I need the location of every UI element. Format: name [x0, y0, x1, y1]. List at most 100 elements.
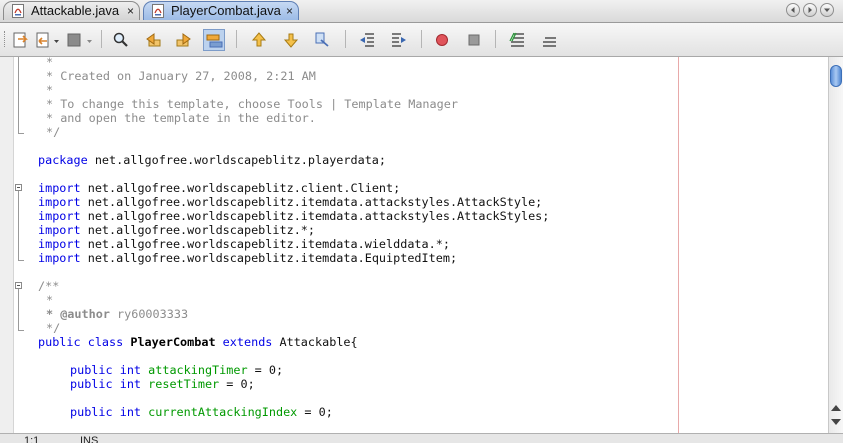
toolbar-separator: [421, 30, 422, 48]
code-line: public int resetTimer = 0;: [70, 377, 255, 391]
fold-guide-end: [18, 260, 24, 261]
code-line: * Created on January 27, 2008, 2:21 AM: [46, 69, 316, 83]
code-line: public class PlayerCombat extends Attack…: [38, 335, 358, 349]
keyword: class: [80, 335, 131, 349]
class-name: PlayerCombat: [130, 335, 216, 349]
find-previous-icon[interactable]: [142, 29, 164, 51]
editor-toolbar: [0, 23, 843, 57]
identifier: net.allgofree.worldscapeblitz.client.Cli…: [80, 181, 401, 195]
code-line: public int currentAttackingIndex = 0;: [70, 405, 333, 419]
code-line: */: [46, 321, 61, 335]
tab-attackable-java[interactable]: Attackable.java ×: [3, 1, 140, 20]
shift-right-icon[interactable]: [388, 29, 410, 51]
find-next-icon[interactable]: [173, 29, 195, 51]
keyword: import: [38, 251, 81, 265]
code-line: * and open the template in the editor.: [46, 111, 316, 125]
code-line: */: [46, 125, 61, 139]
import-fold-icon[interactable]: [15, 184, 22, 191]
identifier: net.allgofree.worldscapeblitz.*;: [80, 223, 316, 237]
identifier: Attackable{: [279, 335, 358, 349]
uncomment-icon[interactable]: [538, 29, 560, 51]
java-file-icon: [152, 4, 164, 18]
keyword: import: [38, 181, 81, 195]
record-macro-icon[interactable]: [431, 29, 453, 51]
find-icon[interactable]: [110, 29, 132, 51]
code-line: import net.allgofree.worldscapeblitz.ite…: [38, 209, 549, 223]
toggle-highlight-icon[interactable]: [203, 29, 225, 51]
code-line: package net.allgofree.worldscapeblitz.pl…: [38, 153, 386, 167]
fold-guide: [18, 191, 19, 260]
show-opened-documents-icon[interactable]: [820, 3, 834, 17]
keyword: package: [38, 153, 88, 167]
scroll-up-icon[interactable]: [831, 405, 841, 411]
identifier: net.allgofree.worldscapeblitz.itemdata.E…: [80, 251, 458, 265]
field-name: currentAttackingIndex: [148, 405, 298, 419]
keyword: extends: [215, 335, 280, 349]
code-editor[interactable]: * * Created on January 27, 2008, 2:21 AM…: [0, 57, 828, 433]
javadoc-fold-icon[interactable]: [15, 282, 22, 289]
keyword: int: [112, 377, 149, 391]
close-tab-icon[interactable]: ×: [286, 2, 293, 20]
code-line: *: [46, 57, 54, 69]
scroll-tabs-right-icon[interactable]: [803, 3, 817, 17]
fold-guide: [18, 57, 19, 133]
code-line: import net.allgofree.worldscapeblitz.ite…: [38, 251, 457, 265]
javadoc-text: ry60003333: [109, 307, 189, 321]
toggle-bookmark-icon[interactable]: [311, 29, 333, 51]
fold-guide-end: [18, 133, 24, 134]
java-file-icon: [12, 4, 24, 18]
scroll-down-icon[interactable]: [831, 419, 841, 425]
code-line: import net.allgofree.worldscapeblitz.ite…: [38, 195, 542, 209]
toolbar-separator: [101, 30, 102, 48]
identifier: = 0;: [297, 405, 333, 419]
last-edit-icon[interactable]: [10, 29, 32, 51]
identifier: net.allgofree.worldscapeblitz.itemdata.w…: [80, 237, 450, 251]
tab-label: Attackable.java: [31, 3, 120, 18]
close-tab-icon[interactable]: ×: [127, 2, 134, 20]
fold-guide: [18, 289, 19, 330]
code-line: import net.allgofree.worldscapeblitz.ite…: [38, 237, 450, 251]
keyword: int: [112, 363, 149, 377]
tab-label: PlayerCombat.java: [171, 3, 281, 18]
code-line: * To change this template, choose Tools …: [46, 97, 458, 111]
keyword: import: [38, 237, 81, 251]
editor-tab-bar: Attackable.java × PlayerCombat.java ×: [0, 0, 843, 23]
toolbar-grip[interactable]: [4, 31, 7, 47]
tab-playercombat-java[interactable]: PlayerCombat.java ×: [143, 1, 299, 20]
javadoc-tag: * @author: [46, 307, 110, 321]
keyword: public: [70, 405, 113, 419]
keyword: import: [38, 223, 81, 237]
code-line: import net.allgofree.worldscapeblitz.*;: [38, 223, 315, 237]
next-bookmark-icon[interactable]: [280, 29, 302, 51]
editor-gutter[interactable]: [0, 57, 14, 433]
previous-bookmark-icon[interactable]: [248, 29, 270, 51]
field-name: resetTimer: [148, 377, 220, 391]
identifier: = 0;: [247, 363, 284, 377]
right-margin-line: [678, 57, 679, 433]
keyword: import: [38, 195, 81, 209]
identifier: net.allgofree.worldscapeblitz.playerdata…: [87, 153, 387, 167]
code-line: public int attackingTimer = 0;: [70, 363, 283, 377]
identifier: net.allgofree.worldscapeblitz.itemdata.a…: [80, 195, 543, 209]
vertical-scrollbar[interactable]: [828, 57, 843, 433]
code-line: /**: [38, 279, 60, 293]
toolbar-separator: [236, 30, 237, 48]
code-line: *: [46, 83, 54, 97]
code-line: import net.allgofree.worldscapeblitz.cli…: [38, 181, 400, 195]
keyword: public: [38, 335, 81, 349]
comment-icon[interactable]: [506, 29, 528, 51]
scrollbar-thumb[interactable]: [830, 65, 842, 87]
code-line: *: [46, 293, 54, 307]
keyword: import: [38, 209, 81, 223]
stop-macro-icon[interactable]: [463, 29, 485, 51]
toolbar-separator: [495, 30, 496, 48]
fold-guide-end: [18, 330, 24, 331]
keyword: public: [70, 363, 113, 377]
forward-icon[interactable]: [64, 29, 86, 51]
shift-left-icon[interactable]: [356, 29, 378, 51]
scroll-tabs-left-icon[interactable]: [786, 3, 800, 17]
identifier: net.allgofree.worldscapeblitz.itemdata.a…: [80, 209, 550, 223]
keyword: public: [70, 377, 113, 391]
identifier: = 0;: [219, 377, 255, 391]
forward-history-dropdown-icon[interactable]: [84, 29, 106, 51]
